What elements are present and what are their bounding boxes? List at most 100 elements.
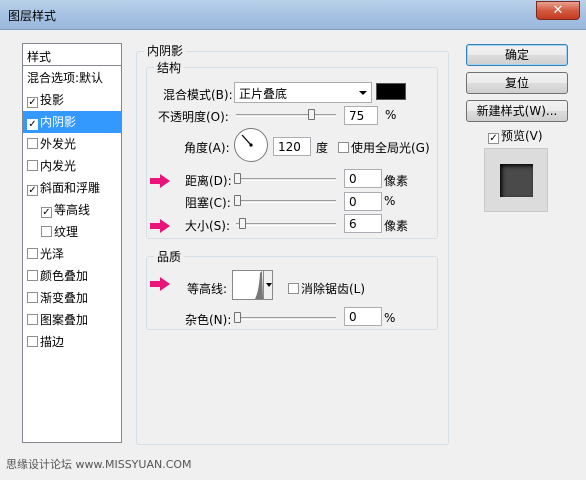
style-checkbox[interactable] <box>27 248 38 259</box>
distance-unit: 像素 <box>384 174 409 188</box>
preview-label: 预览(V) <box>501 129 543 143</box>
opacity-input[interactable]: 75 <box>344 106 378 125</box>
new-style-button[interactable]: 新建样式(W)... <box>466 100 568 122</box>
angle-input[interactable]: 120 <box>273 137 311 156</box>
choke-label: 阻塞(C): <box>185 196 231 210</box>
opacity-unit: % <box>385 108 397 122</box>
style-list-header[interactable]: 样式 <box>23 44 121 66</box>
size-unit: 像素 <box>384 219 409 233</box>
style-list-item[interactable]: ✓ 投影 <box>23 89 121 111</box>
checkmark-icon: ✓ <box>489 133 498 144</box>
noise-input[interactable]: 0 <box>344 307 382 326</box>
style-checkbox[interactable] <box>27 160 38 171</box>
style-item-label: 内阴影 <box>40 115 77 129</box>
noise-slider-thumb[interactable] <box>234 312 241 323</box>
pink-arrow-icon <box>150 174 170 188</box>
anti-alias-checkbox[interactable] <box>288 283 299 294</box>
global-light-checkbox[interactable] <box>338 142 349 153</box>
style-list-item[interactable]: ✓ 等高线 <box>23 199 121 221</box>
global-light-option[interactable]: 使用全局光(G) <box>338 139 430 156</box>
style-item-label: 纹理 <box>54 225 79 239</box>
checkmark-icon: ✓ <box>28 119 37 130</box>
opacity-slider-thumb[interactable] <box>308 109 315 120</box>
style-checkbox[interactable]: ✓ <box>27 97 38 108</box>
size-slider-thumb[interactable] <box>239 218 246 229</box>
style-list-item[interactable]: 图案叠加 <box>23 309 121 331</box>
style-item-label: 描边 <box>40 335 65 349</box>
style-list-item[interactable]: 描边 <box>23 331 121 353</box>
style-checkbox[interactable] <box>27 138 38 149</box>
style-list-item[interactable]: ✓ 斜面和浮雕 <box>23 177 121 199</box>
style-item-label: 图案叠加 <box>40 313 89 327</box>
style-checkbox[interactable] <box>27 270 38 281</box>
style-list-item[interactable]: 内发光 <box>23 155 121 177</box>
noise-label: 杂色(N): <box>185 313 232 327</box>
style-checkbox[interactable] <box>27 314 38 325</box>
choke-slider-thumb[interactable] <box>234 195 241 206</box>
reset-button[interactable]: 复位 <box>466 72 568 94</box>
style-item-label: 内发光 <box>40 159 77 173</box>
window-title: 图层样式 <box>8 9 57 23</box>
anti-alias-option[interactable]: 消除锯齿(L) <box>288 280 365 297</box>
pink-arrow-icon <box>150 277 170 291</box>
style-item-label: 颜色叠加 <box>40 269 89 283</box>
inner-shadow-title: 内阴影 <box>144 42 187 59</box>
angle-label: 角度(A): <box>184 141 230 155</box>
opacity-label: 不透明度(O): <box>158 110 229 124</box>
anti-alias-label: 消除锯齿(L) <box>301 282 366 296</box>
blend-mode-value: 正片叠底 <box>239 87 288 101</box>
preview-thumbnail <box>500 164 533 197</box>
style-list-item[interactable]: 光泽 <box>23 243 121 265</box>
contour-curve-icon <box>233 271 263 299</box>
distance-slider-thumb[interactable] <box>234 173 241 184</box>
style-list-item[interactable]: 外发光 <box>23 133 121 155</box>
shadow-color-swatch[interactable] <box>376 83 406 100</box>
contour-dropdown[interactable] <box>263 270 273 300</box>
size-input[interactable]: 6 <box>344 214 382 233</box>
distance-label: 距离(D): <box>185 174 232 188</box>
size-slider-track[interactable] <box>236 223 336 226</box>
blend-mode-label: 混合模式(B): <box>163 88 233 102</box>
blend-mode-select[interactable]: 正片叠底 <box>234 82 372 103</box>
angle-unit: 度 <box>316 141 329 155</box>
preview-option[interactable]: ✓ 预览(V) <box>488 127 543 144</box>
style-list-item[interactable]: 颜色叠加 <box>23 265 121 287</box>
style-item-label: 渐变叠加 <box>40 291 89 305</box>
watermark: 思缘设计论坛 www.MISSYUAN.COM <box>6 458 192 471</box>
preview-checkbox[interactable]: ✓ <box>488 133 499 144</box>
style-checkbox[interactable] <box>41 226 52 237</box>
style-list-item[interactable]: 纹理 <box>23 221 121 243</box>
style-checkbox[interactable] <box>27 336 38 347</box>
style-item-label: 斜面和浮雕 <box>40 181 101 195</box>
style-item-label: 外发光 <box>40 137 77 151</box>
contour-picker[interactable] <box>232 270 264 300</box>
style-list-item[interactable]: 渐变叠加 <box>23 287 121 309</box>
style-item-label: 光泽 <box>40 247 65 261</box>
style-checkbox[interactable]: ✓ <box>41 207 52 218</box>
style-checkbox[interactable]: ✓ <box>27 185 38 196</box>
chevron-down-icon <box>359 91 367 95</box>
close-icon: ✕ <box>552 3 564 18</box>
angle-dial-icon[interactable] <box>234 128 268 162</box>
title-bar: 图层样式 ✕ <box>0 0 586 30</box>
opacity-slider-track[interactable] <box>236 114 336 117</box>
quality-title: 品质 <box>154 248 185 265</box>
checkmark-icon: ✓ <box>42 207 51 218</box>
choke-slider-track[interactable] <box>236 200 336 203</box>
style-item-label: 混合选项:默认 <box>27 71 104 85</box>
distance-slider-track[interactable] <box>236 178 336 181</box>
style-list-item[interactable]: ✓ 内阴影 <box>23 111 121 133</box>
ok-button[interactable]: 确定 <box>466 44 568 66</box>
close-button[interactable]: ✕ <box>536 1 580 20</box>
choke-input[interactable]: 0 <box>344 192 382 211</box>
size-label: 大小(S): <box>185 219 231 233</box>
style-list: 样式 混合选项:默认 ✓ 投影 ✓ 内阴影 外发光 内发光 ✓ 斜面和浮雕 ✓ 等高线 纹理 光泽 颜色叠… <box>22 43 122 443</box>
style-item-label: 等高线 <box>54 203 91 217</box>
pink-arrow-icon <box>150 219 170 233</box>
style-list-item[interactable]: 混合选项:默认 <box>23 67 121 89</box>
style-checkbox[interactable]: ✓ <box>27 119 38 130</box>
global-light-label: 使用全局光(G) <box>351 141 430 155</box>
noise-slider-track[interactable] <box>236 317 336 320</box>
distance-input[interactable]: 0 <box>344 169 382 188</box>
style-checkbox[interactable] <box>27 292 38 303</box>
